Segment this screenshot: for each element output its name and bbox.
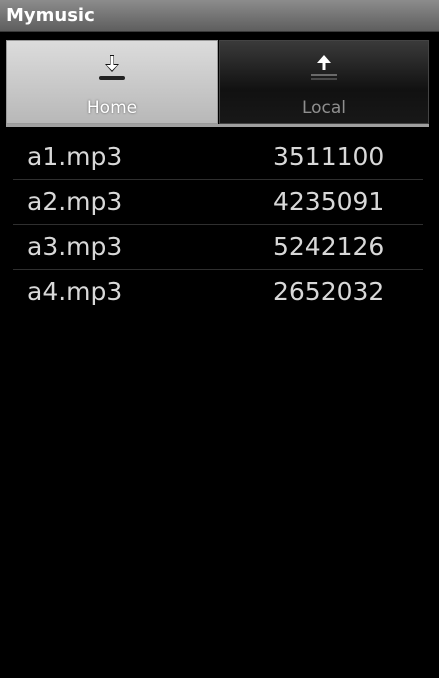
tab-home-label: Home [86,98,138,118]
list-item[interactable]: a4.mp3 2652032 [13,270,423,315]
tab-indicator-line [6,124,429,127]
list-item[interactable]: a2.mp3 4235091 [13,180,423,225]
file-name: a4.mp3 [27,277,123,306]
list-item[interactable]: a3.mp3 5242126 [13,225,423,270]
app-title: Mymusic [6,5,95,26]
file-name: a1.mp3 [27,142,123,171]
title-bar: Mymusic [0,0,439,32]
tab-home[interactable]: Home [6,40,218,124]
tab-local[interactable]: Local [219,40,429,124]
file-size: 4235091 [273,187,385,216]
file-name: a3.mp3 [27,232,123,261]
tab-local-label: Local [301,98,347,118]
list-item[interactable]: a1.mp3 3511100 [13,135,423,180]
file-size: 5242126 [273,232,385,261]
upload-icon [311,55,337,80]
tab-bar: Home Local [6,40,429,126]
download-icon [99,55,125,80]
file-size: 3511100 [273,142,385,171]
file-size: 2652032 [273,277,385,306]
file-name: a2.mp3 [27,187,123,216]
file-list: a1.mp3 3511100 a2.mp3 4235091 a3.mp3 524… [13,135,423,315]
